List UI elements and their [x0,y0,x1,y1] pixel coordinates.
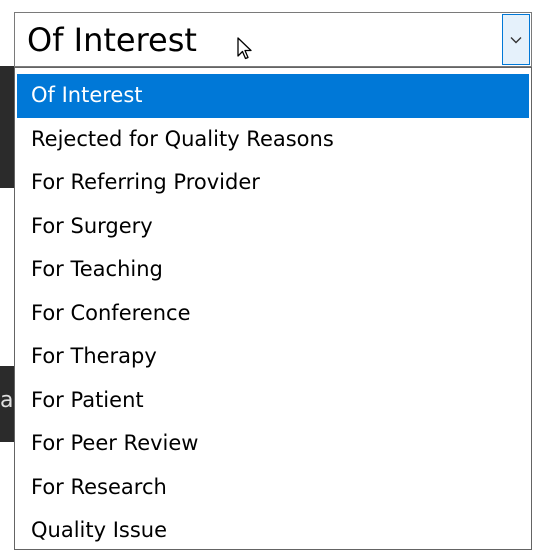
dropdown-option[interactable]: Rejected for Quality Reasons [17,118,529,162]
dropdown-option[interactable]: For Peer Review [17,422,529,466]
dropdown-option[interactable]: For Therapy [17,335,529,379]
screen: a Of Interest Of Interest Rejected for Qu… [0,0,536,553]
dropdown-options-list: Of Interest Rejected for Quality Reasons F… [14,67,532,550]
dropdown-option[interactable]: For Conference [17,292,529,336]
mouse-cursor-icon [237,37,252,60]
dropdown-option[interactable]: Quality Issue [17,509,529,553]
select-value: Of Interest [27,21,197,59]
dropdown-toggle-button[interactable] [502,14,530,65]
background-text-fragment: a [0,388,12,413]
dropdown-option[interactable]: Of Interest [17,74,529,118]
dropdown-option[interactable]: For Surgery [17,205,529,249]
dropdown-option[interactable]: For Referring Provider [17,161,529,205]
background-window-fragment [0,66,14,188]
category-select[interactable]: Of Interest [14,12,532,67]
dropdown-option[interactable]: For Research [17,466,529,510]
dropdown-option[interactable]: For Patient [17,379,529,423]
chevron-down-icon [510,36,522,43]
dropdown-option[interactable]: For Teaching [17,248,529,292]
